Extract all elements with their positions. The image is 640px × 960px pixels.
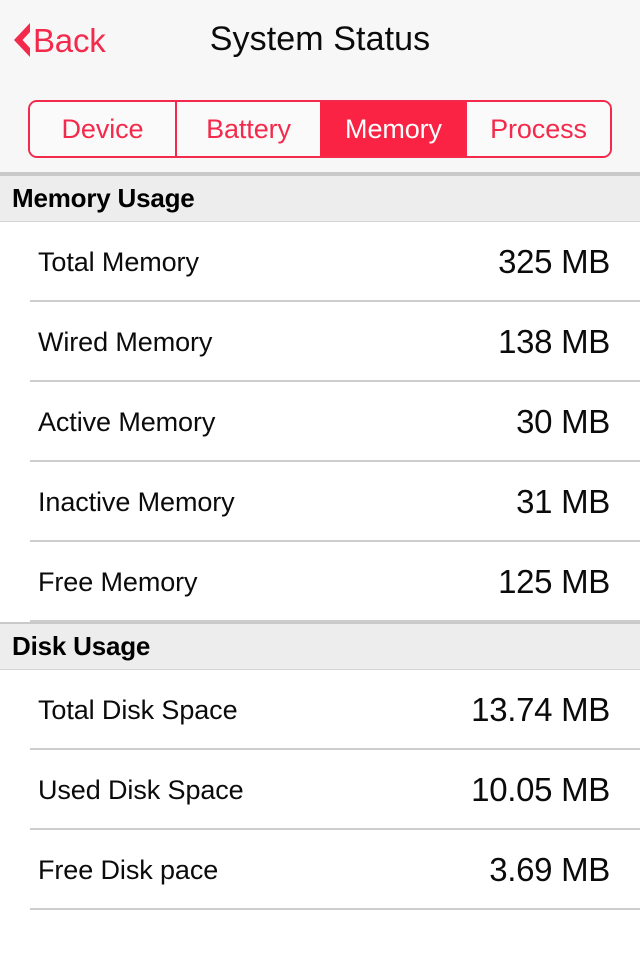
row-label: Total Disk Space [38, 694, 238, 725]
segmented-control[interactable]: Device Battery Memory Process [28, 100, 612, 158]
page-title: System Status [209, 20, 431, 58]
section-header-disk-usage: Disk Usage [0, 622, 640, 670]
segment-device[interactable]: Device [30, 102, 175, 156]
navigation-bar: Back System Status Device Battery Memory… [0, 0, 640, 174]
row-label: Total Memory [38, 246, 199, 277]
row-value: 125 MB [498, 563, 610, 600]
table-row[interactable]: Inactive Memory 31 MB [0, 462, 640, 542]
segment-battery[interactable]: Battery [175, 102, 320, 156]
system-status-screen: Back System Status Device Battery Memory… [0, 0, 640, 960]
row-label: Inactive Memory [38, 486, 235, 517]
row-label: Free Memory [38, 566, 198, 597]
row-label: Free Disk pace [38, 854, 219, 885]
table-row[interactable]: Total Disk Space 13.74 MB [0, 670, 640, 750]
row-value: 31 MB [516, 483, 610, 520]
section-header-memory-usage: Memory Usage [0, 174, 640, 222]
table-footer-space [0, 910, 640, 960]
row-label: Active Memory [38, 406, 216, 437]
table-row[interactable]: Active Memory 30 MB [0, 382, 640, 462]
table-row[interactable]: Free Disk pace 3.69 MB [0, 830, 640, 910]
table-row[interactable]: Total Memory 325 MB [0, 222, 640, 302]
row-value: 30 MB [516, 403, 610, 440]
row-value: 13.74 MB [471, 691, 610, 728]
segment-memory[interactable]: Memory [320, 102, 465, 156]
row-label: Used Disk Space [38, 774, 244, 805]
row-label: Wired Memory [38, 326, 213, 357]
table-row[interactable]: Free Memory 125 MB [0, 542, 640, 622]
segment-process[interactable]: Process [465, 102, 610, 156]
section-rows-disk-usage: Total Disk Space 13.74 MB Used Disk Spac… [0, 670, 640, 910]
table-row[interactable]: Used Disk Space 10.05 MB [0, 750, 640, 830]
table-row[interactable]: Wired Memory 138 MB [0, 302, 640, 382]
status-table: Memory Usage Total Memory 325 MB Wired M… [0, 174, 640, 960]
row-value: 3.69 MB [489, 851, 610, 888]
row-value: 10.05 MB [471, 771, 610, 808]
section-rows-memory-usage: Total Memory 325 MB Wired Memory 138 MB … [0, 222, 640, 622]
row-value: 138 MB [498, 323, 610, 360]
row-value: 325 MB [498, 243, 610, 280]
